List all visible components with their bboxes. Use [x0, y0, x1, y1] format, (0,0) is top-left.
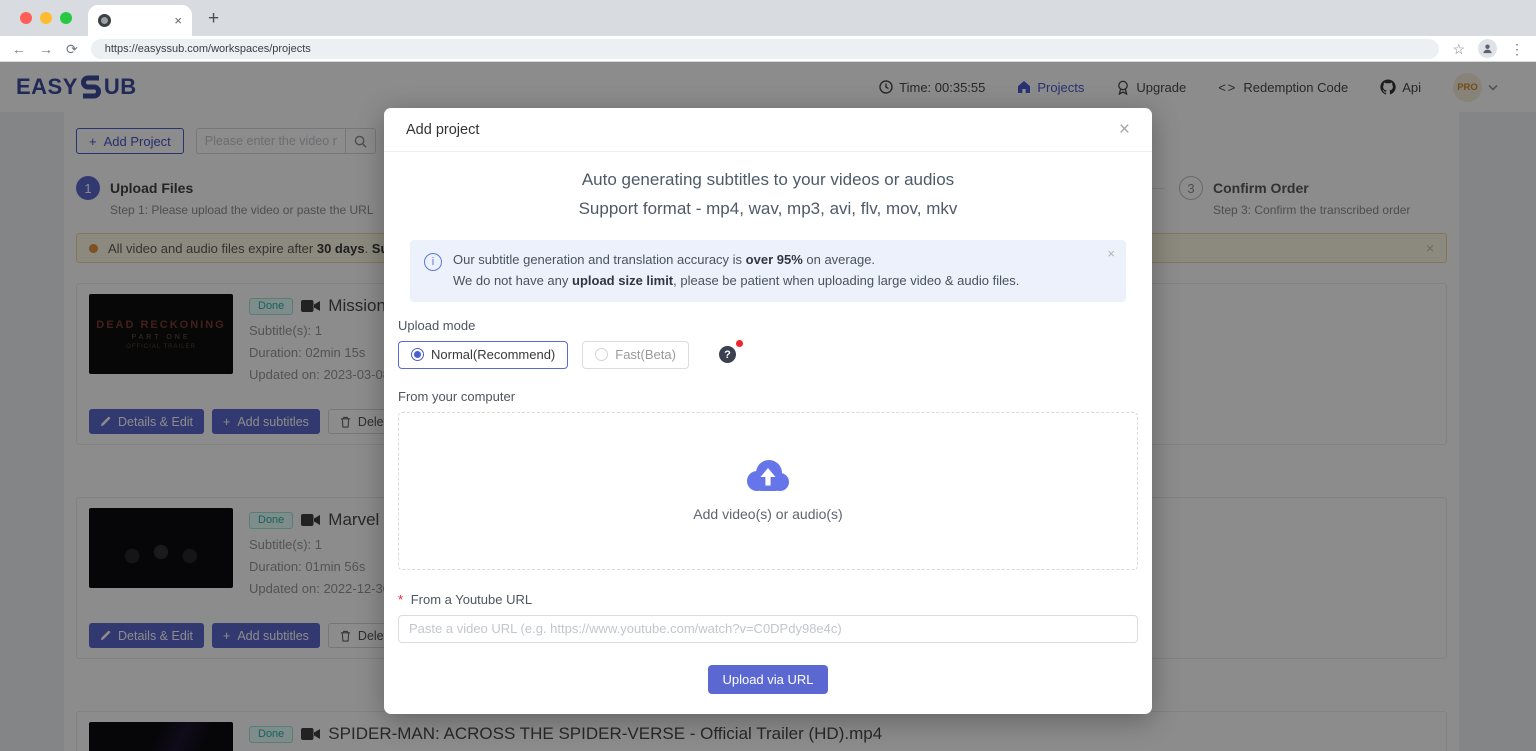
window-close-button[interactable]: [20, 12, 32, 24]
modal-body: Auto generating subtitles to your videos…: [384, 152, 1152, 694]
window-minimize-button[interactable]: [40, 12, 52, 24]
browser-tab-strip: × +: [0, 0, 1536, 36]
info-close-icon[interactable]: ×: [1107, 247, 1115, 260]
bookmark-star-icon[interactable]: ☆: [1452, 42, 1465, 56]
browser-menu-icon[interactable]: ⋮: [1510, 42, 1524, 56]
mode-help[interactable]: ?: [719, 346, 736, 363]
forward-icon[interactable]: →: [39, 42, 53, 56]
upload-via-url-button[interactable]: Upload via URL: [708, 665, 827, 694]
info-text: Our subtitle generation and translation …: [453, 250, 1019, 292]
modal-heading: Auto generating subtitles to your videos…: [398, 170, 1138, 190]
window-controls: [20, 12, 72, 24]
address-bar[interactable]: https://easyssub.com/workspaces/projects: [91, 39, 1440, 59]
info-icon: i: [424, 253, 442, 271]
from-computer-label: From your computer: [398, 389, 1138, 404]
browser-tab[interactable]: ×: [88, 5, 192, 36]
radio-normal-mode[interactable]: Normal(Recommend): [398, 341, 568, 369]
tab-favicon-icon: [98, 14, 111, 27]
accuracy-info-alert: i Our subtitle generation and translatio…: [410, 240, 1126, 302]
notification-dot: [736, 340, 743, 347]
profile-avatar[interactable]: [1478, 39, 1497, 58]
person-icon: [1482, 43, 1493, 54]
dropzone-text: Add video(s) or audio(s): [693, 506, 842, 522]
address-url: https://easyssub.com/workspaces/projects: [105, 43, 311, 55]
upload-mode-group: Normal(Recommend) Fast(Beta) ?: [398, 341, 1138, 369]
file-dropzone[interactable]: Add video(s) or audio(s): [398, 412, 1138, 570]
cloud-upload-icon: [745, 459, 791, 493]
tab-close-icon[interactable]: ×: [174, 14, 182, 27]
window-zoom-button[interactable]: [60, 12, 72, 24]
modal-subheading: Support format - mp4, wav, mp3, avi, flv…: [398, 199, 1138, 219]
add-project-modal: Add project × Auto generating subtitles …: [384, 108, 1152, 714]
question-icon: ?: [719, 346, 736, 363]
page: EASY UB Time: 00:35:55 Projects: [0, 62, 1536, 751]
radio-fast-mode[interactable]: Fast(Beta): [582, 341, 689, 369]
back-icon[interactable]: ←: [12, 42, 26, 56]
modal-title: Add project: [406, 122, 479, 138]
required-asterisk: *: [398, 592, 403, 607]
youtube-url-label: From a Youtube URL: [411, 592, 532, 607]
modal-close-icon[interactable]: ×: [1119, 120, 1130, 139]
upload-mode-label: Upload mode: [398, 318, 1138, 333]
radio-unselected-icon: [595, 348, 608, 361]
modal-header: Add project ×: [384, 108, 1152, 152]
youtube-url-label-row: * From a Youtube URL: [398, 592, 1138, 607]
browser-toolbar: ← → ⟳ https://easyssub.com/workspaces/pr…: [0, 36, 1536, 62]
youtube-url-input[interactable]: [398, 615, 1138, 643]
new-tab-button[interactable]: +: [208, 8, 219, 30]
reload-icon[interactable]: ⟳: [66, 42, 78, 56]
browser-actions: ☆ ⋮: [1452, 39, 1524, 58]
radio-selected-icon: [411, 348, 424, 361]
